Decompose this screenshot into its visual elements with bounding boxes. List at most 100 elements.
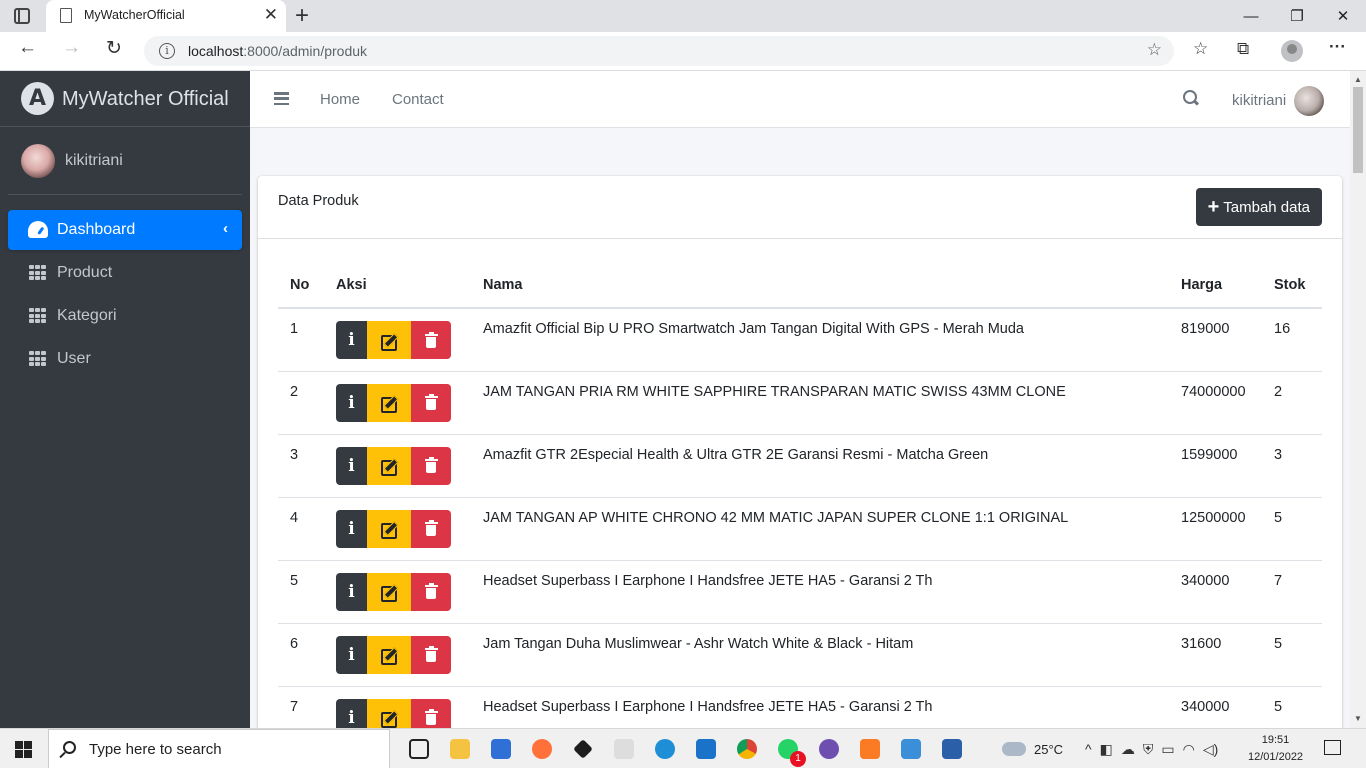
cell-no: 4: [278, 497, 324, 561]
detail-button[interactable]: i: [336, 321, 367, 359]
column-header-aksi: Aksi: [324, 263, 471, 309]
whatsapp-icon[interactable]: 1: [773, 735, 806, 767]
edit-icon: [380, 333, 398, 351]
new-tab-icon[interactable]: +: [295, 2, 309, 30]
close-tab-icon[interactable]: ✕: [264, 5, 278, 25]
cell-nama: JAM TANGAN PRIA RM WHITE SAPPHIRE TRANSP…: [471, 371, 1169, 435]
edit-button[interactable]: [367, 572, 411, 611]
cell-nama: Amazfit Official Bip U PRO Smartwatch Ja…: [471, 308, 1169, 372]
file-explorer-icon[interactable]: [445, 735, 475, 763]
scroll-up-icon[interactable]: ▲: [1354, 75, 1362, 84]
info-icon: i: [348, 707, 355, 728]
windows-start-icon[interactable]: [15, 741, 32, 758]
amazon-icon[interactable]: [609, 735, 639, 763]
url-text[interactable]: localhost:8000/admin/produk: [188, 43, 367, 59]
cell-no: 1: [278, 308, 324, 372]
mail-icon[interactable]: [486, 735, 516, 763]
tab-actions-icon[interactable]: [14, 8, 30, 24]
refresh-icon[interactable]: ↻: [106, 37, 122, 60]
cell-stok: 5: [1262, 623, 1322, 687]
brand-link[interactable]: A MyWatcher Official: [0, 71, 250, 127]
favorites-icon[interactable]: ☆: [1193, 39, 1208, 59]
sidebar-item-dashboard[interactable]: Dashboard ‹: [8, 210, 242, 250]
back-icon[interactable]: ←: [18, 37, 37, 59]
restore-icon[interactable]: ❐: [1274, 0, 1320, 32]
url-field[interactable]: i localhost:8000/admin/produk ☆: [144, 36, 1174, 66]
forward-icon[interactable]: →: [62, 37, 81, 59]
security-icon[interactable]: ⛨: [1143, 741, 1154, 758]
dashboard-icon: [28, 221, 48, 238]
detail-button[interactable]: i: [336, 572, 367, 611]
volume-icon[interactable]: ◁): [1203, 741, 1218, 758]
site-info-icon[interactable]: i: [159, 43, 175, 59]
search-icon[interactable]: [1183, 90, 1198, 105]
show-hidden-icons-icon[interactable]: ^: [1085, 741, 1092, 757]
window-controls: — ❐ ✕: [1228, 0, 1366, 32]
xampp-icon[interactable]: [855, 735, 885, 763]
browser-tab[interactable]: MyWatcherOfficial ✕: [46, 0, 286, 32]
edit-button[interactable]: [367, 509, 411, 548]
cell-stok: 7: [1262, 560, 1322, 624]
page-scrollbar[interactable]: ▲ ▼: [1350, 71, 1366, 728]
edit-button[interactable]: [367, 446, 411, 485]
chrome-icon[interactable]: [732, 735, 762, 763]
top-navbar: Home Contact kikitriani: [250, 71, 1350, 128]
dropbox-icon[interactable]: [568, 735, 598, 763]
table-row: 6 i Jam Tangan Duha Muslimwear - Ashr Wa…: [278, 623, 1322, 687]
navbar-avatar[interactable]: [1294, 86, 1324, 116]
sidebar-user-name[interactable]: kikitriani: [65, 152, 123, 170]
temperature-text[interactable]: 25°C: [1034, 742, 1063, 757]
detail-button[interactable]: i: [336, 635, 367, 674]
weather-icon[interactable]: [1002, 742, 1026, 756]
github-icon[interactable]: [814, 735, 844, 763]
delete-button[interactable]: [411, 383, 451, 422]
delete-button[interactable]: [411, 509, 451, 548]
battery-icon[interactable]: ▭: [1161, 741, 1174, 758]
edit-icon: [380, 647, 398, 665]
scroll-down-icon[interactable]: ▼: [1354, 714, 1362, 723]
user-panel: kikitriani: [8, 127, 242, 195]
wifi-icon[interactable]: ◠: [1183, 741, 1195, 758]
browser-tab-bar: MyWatcherOfficial ✕ + — ❐ ✕: [0, 0, 1366, 32]
nav-link-contact[interactable]: Contact: [392, 91, 444, 108]
onedrive-icon[interactable]: ☁: [1121, 741, 1135, 758]
detail-button[interactable]: i: [336, 446, 367, 485]
info-icon: i: [348, 644, 355, 665]
minimize-icon[interactable]: —: [1228, 0, 1274, 32]
navbar-user-name[interactable]: kikitriani: [1232, 92, 1286, 109]
notification-center-icon[interactable]: [1324, 740, 1341, 755]
sidebar-item-kategori[interactable]: Kategori: [8, 296, 242, 336]
folder-icon[interactable]: [896, 735, 926, 763]
task-view-icon[interactable]: [404, 735, 434, 763]
delete-button[interactable]: [411, 572, 451, 611]
close-window-icon[interactable]: ✕: [1320, 0, 1366, 32]
edit-button[interactable]: [367, 321, 411, 359]
collections-icon[interactable]: ⧉: [1237, 39, 1249, 59]
edge-icon[interactable]: [650, 735, 680, 763]
delete-button[interactable]: [411, 446, 451, 485]
delete-button[interactable]: [411, 635, 451, 674]
scroll-thumb[interactable]: [1353, 87, 1363, 173]
add-favorite-icon[interactable]: ☆: [1147, 40, 1162, 60]
vscode-icon[interactable]: [691, 735, 721, 763]
detail-button[interactable]: i: [336, 509, 367, 548]
meet-now-icon[interactable]: ◧: [1100, 741, 1113, 758]
user-avatar: [21, 144, 55, 178]
delete-button[interactable]: [411, 321, 451, 359]
product-table: No Aksi Nama Harga Stok 1 i Amazfit Offi…: [278, 263, 1322, 750]
taskbar-clock[interactable]: 19:51 12/01/2022: [1248, 732, 1303, 766]
more-options-icon[interactable]: ···: [1329, 37, 1346, 57]
sidebar-item-user[interactable]: User: [8, 339, 242, 379]
menu-toggle-icon[interactable]: [274, 92, 289, 105]
sidebar-item-product[interactable]: Product: [8, 253, 242, 293]
photos-icon[interactable]: [937, 735, 967, 763]
nav-link-home[interactable]: Home: [320, 91, 360, 108]
firefox-icon[interactable]: [527, 735, 557, 763]
browser-profile-avatar[interactable]: [1281, 40, 1303, 62]
add-data-button[interactable]: + Tambah data: [1195, 188, 1322, 226]
edit-button[interactable]: [367, 635, 411, 674]
plus-icon: +: [1207, 196, 1220, 218]
taskbar-search-box[interactable]: Type here to search: [48, 729, 390, 768]
detail-button[interactable]: i: [336, 383, 367, 422]
edit-button[interactable]: [367, 383, 411, 422]
